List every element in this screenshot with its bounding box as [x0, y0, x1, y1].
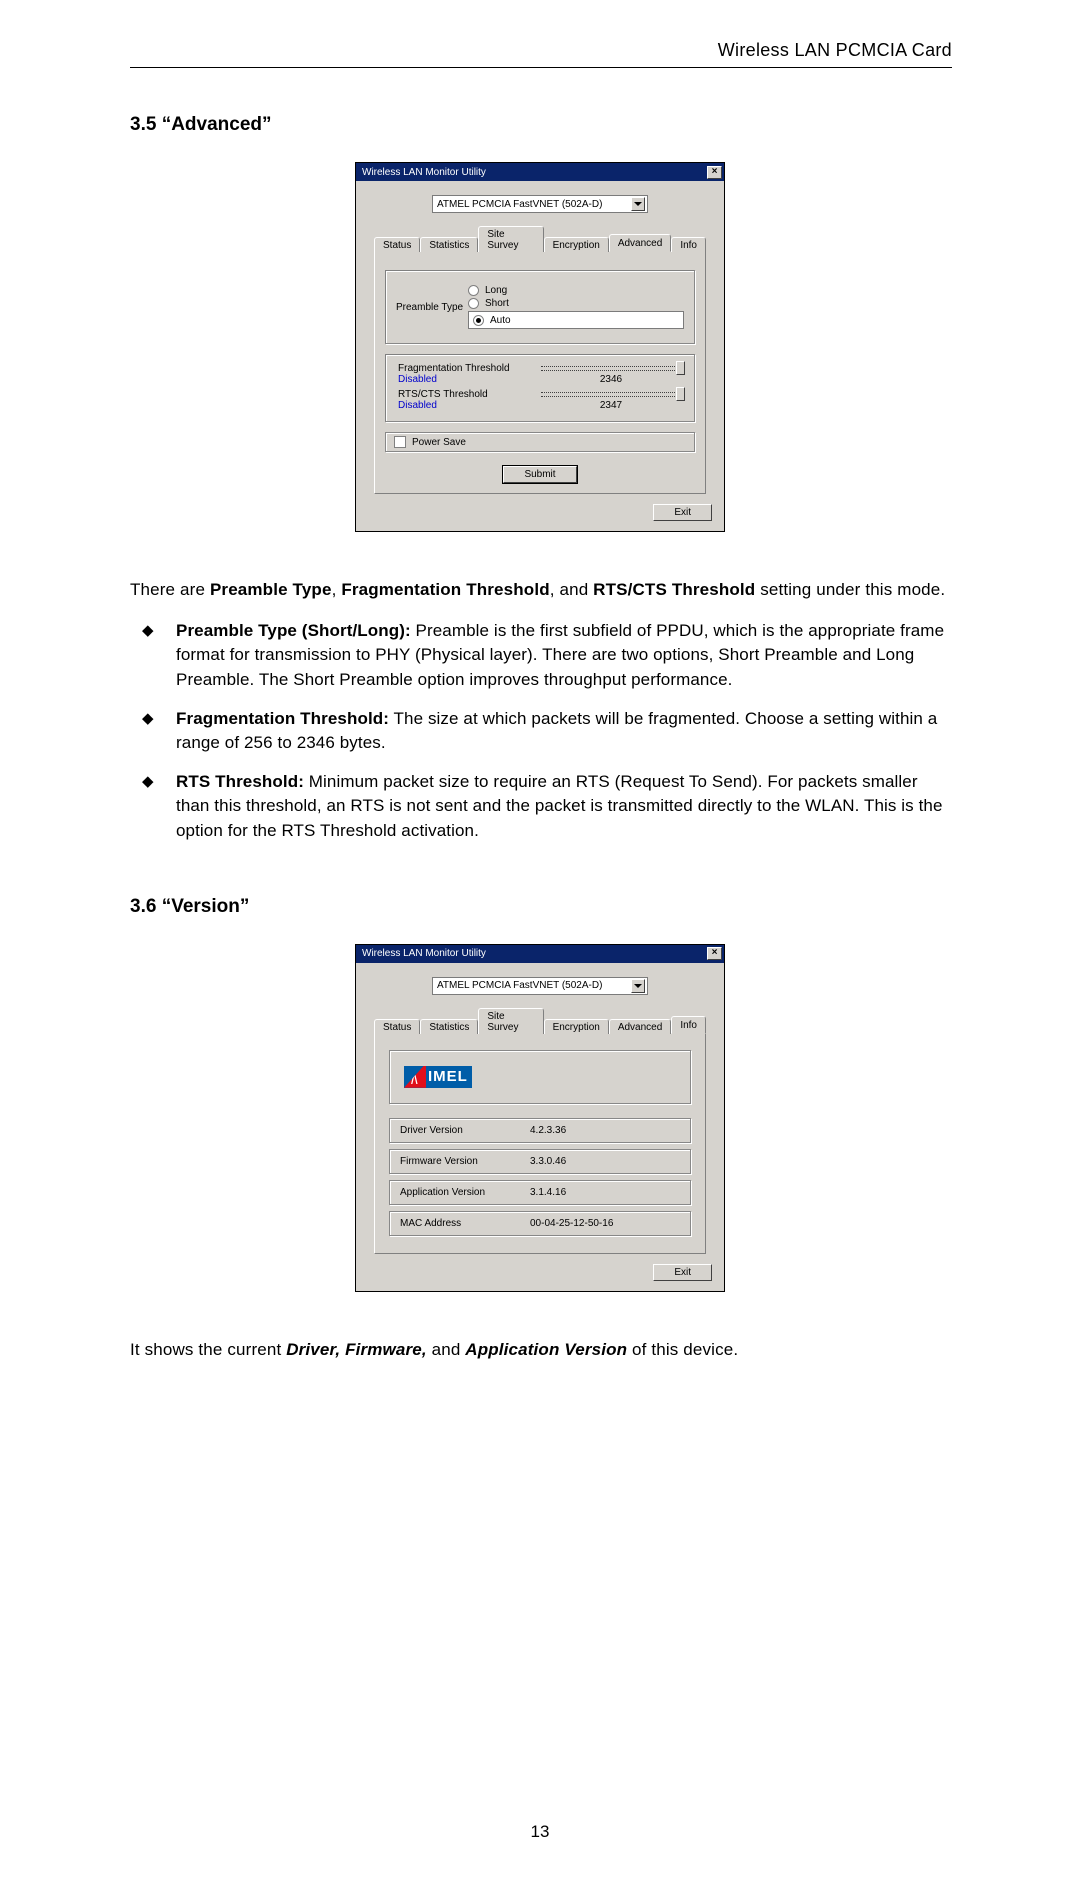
mac-address-value: 00-04-25-12-50-16 — [530, 1218, 613, 1229]
tab-encryption[interactable]: Encryption — [544, 1019, 609, 1034]
application-version-label: Application Version — [400, 1187, 530, 1198]
exit-button[interactable]: Exit — [653, 1264, 712, 1281]
radio-icon — [473, 315, 484, 326]
radio-auto-label: Auto — [490, 315, 681, 326]
bullet-fragmentation: Fragmentation Threshold: The size at whi… — [136, 707, 950, 756]
tab-site-survey[interactable]: Site Survey — [478, 1008, 543, 1034]
radio-long[interactable]: Long — [468, 285, 684, 296]
dialog-title: Wireless LAN Monitor Utility — [362, 948, 707, 959]
tab-bar: Status Statistics Site Survey Encryption… — [374, 225, 706, 252]
device-select[interactable]: ATMEL PCMCIA FastVNET (502A-D) — [432, 195, 648, 213]
driver-version-label: Driver Version — [400, 1125, 530, 1136]
atmel-logo-icon — [404, 1066, 426, 1088]
radio-auto[interactable]: Auto — [468, 311, 684, 329]
exit-button[interactable]: Exit — [653, 504, 712, 521]
slider-thumb-icon[interactable] — [676, 387, 685, 401]
dialog-titlebar: Wireless LAN Monitor Utility × — [356, 945, 724, 963]
frag-slider[interactable] — [541, 364, 681, 372]
row-driver-version: Driver Version 4.2.3.36 — [389, 1118, 691, 1143]
dialog-title: Wireless LAN Monitor Utility — [362, 167, 707, 178]
bullet-rts: RTS Threshold: Minimum packet size to re… — [136, 770, 950, 844]
tab-advanced[interactable]: Advanced — [609, 1019, 671, 1034]
chevron-down-icon[interactable] — [631, 197, 645, 211]
row-mac-address: MAC Address 00-04-25-12-50-16 — [389, 1211, 691, 1236]
power-save-checkbox[interactable] — [394, 436, 406, 448]
frag-state: Disabled — [398, 374, 526, 385]
rts-state: Disabled — [398, 400, 526, 411]
atmel-logo: IMEL — [404, 1066, 472, 1088]
tab-info[interactable]: Info — [671, 1016, 706, 1034]
radio-icon — [468, 285, 479, 296]
row-application-version: Application Version 3.1.4.16 — [389, 1180, 691, 1205]
dialog-titlebar: Wireless LAN Monitor Utility × — [356, 163, 724, 181]
driver-version-value: 4.2.3.36 — [530, 1125, 566, 1136]
tab-statistics[interactable]: Statistics — [420, 1019, 478, 1034]
close-icon[interactable]: × — [707, 947, 722, 960]
device-select-value: ATMEL PCMCIA FastVNET (502A-D) — [437, 199, 631, 210]
submit-button[interactable]: Submit — [503, 466, 576, 483]
tab-site-survey[interactable]: Site Survey — [478, 226, 543, 252]
rts-value: 2347 — [600, 400, 622, 411]
slider-thumb-icon[interactable] — [676, 361, 685, 375]
dialog-version: Wireless LAN Monitor Utility × ATMEL PCM… — [355, 944, 725, 1292]
application-version-value: 3.1.4.16 — [530, 1187, 566, 1198]
section-heading-advanced: 3.5 “Advanced” — [130, 114, 950, 136]
radio-short[interactable]: Short — [468, 298, 684, 309]
tab-advanced[interactable]: Advanced — [609, 234, 671, 252]
device-select-value: ATMEL PCMCIA FastVNET (502A-D) — [437, 980, 631, 991]
device-select[interactable]: ATMEL PCMCIA FastVNET (502A-D) — [432, 977, 648, 995]
tab-encryption[interactable]: Encryption — [544, 237, 609, 252]
version-description: It shows the current Driver, Firmware, a… — [130, 1338, 950, 1363]
tab-status[interactable]: Status — [374, 1019, 420, 1034]
chevron-down-icon[interactable] — [631, 979, 645, 993]
frag-label: Fragmentation Threshold — [398, 363, 526, 374]
advanced-intro: There are Preamble Type, Fragmentation T… — [130, 578, 950, 603]
tab-bar: Status Statistics Site Survey Encryption… — [374, 1007, 706, 1034]
power-save-label: Power Save — [412, 437, 466, 448]
row-firmware-version: Firmware Version 3.3.0.46 — [389, 1149, 691, 1174]
preamble-label: Preamble Type — [396, 302, 468, 313]
firmware-version-label: Firmware Version — [400, 1156, 530, 1167]
tab-status[interactable]: Status — [374, 237, 420, 252]
bullet-preamble: Preamble Type (Short/Long): Preamble is … — [136, 619, 950, 693]
radio-short-label: Short — [485, 298, 509, 309]
close-icon[interactable]: × — [707, 166, 722, 179]
rts-label: RTS/CTS Threshold — [398, 389, 526, 400]
atmel-logo-text: IMEL — [428, 1066, 468, 1088]
firmware-version-value: 3.3.0.46 — [530, 1156, 566, 1167]
section-heading-version: 3.6 “Version” — [130, 896, 950, 918]
page-header: Wireless LAN PCMCIA Card — [130, 40, 952, 68]
tab-info[interactable]: Info — [671, 237, 706, 252]
frag-value: 2346 — [600, 374, 622, 385]
atmel-logo-box: IMEL — [389, 1050, 691, 1104]
radio-long-label: Long — [485, 285, 507, 296]
rts-slider[interactable] — [541, 390, 681, 398]
page-number: 13 — [130, 1822, 950, 1842]
mac-address-label: MAC Address — [400, 1218, 530, 1229]
radio-icon — [468, 298, 479, 309]
dialog-advanced: Wireless LAN Monitor Utility × ATMEL PCM… — [355, 162, 725, 532]
tab-statistics[interactable]: Statistics — [420, 237, 478, 252]
